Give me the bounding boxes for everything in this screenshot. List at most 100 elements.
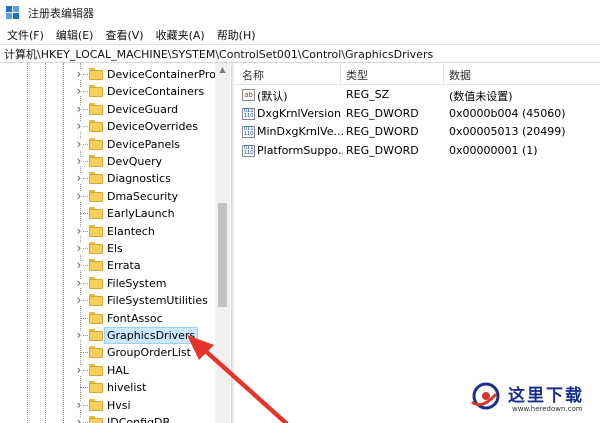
folder-icon — [89, 363, 103, 376]
expand-chevron-icon[interactable]: › — [75, 103, 83, 115]
column-separator[interactable] — [443, 63, 444, 85]
expand-chevron-icon[interactable]: › — [75, 294, 83, 306]
folder-icon — [89, 102, 103, 115]
expand-chevron-icon[interactable]: › — [75, 277, 83, 289]
list-item[interactable]: ab (默认) REG_SZ (数值未设置) — [234, 86, 600, 105]
folder-icon — [89, 155, 103, 167]
tree-item[interactable]: › DeviceGuard — [0, 101, 215, 118]
tree-item[interactable]: › Hvsi — [0, 397, 215, 414]
value-data: 0x00000001 (1) — [449, 143, 538, 157]
expand-chevron-icon[interactable]: › — [75, 364, 83, 376]
list-item[interactable]: 011 110 DxgKrnlVersion REG_DWORD 0x0000b004… — [234, 105, 600, 124]
expand-chevron-icon[interactable]: › — [75, 190, 83, 202]
title-bar: 注册表编辑器 — [0, 0, 600, 25]
tree-item-label: FileSystemUtilities — [107, 294, 208, 308]
tree-item[interactable]: › Errata — [0, 257, 215, 274]
value-name: MinDxgKrnlVe... — [257, 125, 343, 138]
expand-chevron-icon[interactable]: › — [75, 172, 83, 184]
watermark-url: www.heredown.com — [512, 405, 583, 413]
tree-item-label: Elantech — [107, 224, 155, 238]
folder-icon — [89, 381, 103, 394]
tree-scrollbar[interactable]: ▲ — [215, 63, 230, 423]
tree-item-label: Els — [107, 242, 123, 255]
tree-item-label: DevQuery — [107, 155, 163, 168]
value-name: PlatformSuppo... — [257, 143, 343, 157]
tree-item[interactable]: › DeviceContainerPrope — [0, 66, 230, 83]
binary-value-icon: 011 110 — [242, 126, 255, 138]
tree-connector — [80, 317, 88, 319]
tree-item[interactable]: FontAssoc — [0, 310, 215, 327]
expand-chevron-icon[interactable]: › — [75, 155, 83, 167]
address-bar[interactable]: 计算机\HKEY_LOCAL_MACHINE\SYSTEM\ControlSet… — [0, 44, 600, 63]
folder-icon — [89, 346, 103, 359]
tree-connector — [80, 387, 88, 389]
tree-connector — [80, 213, 88, 215]
folder-icon — [89, 311, 103, 324]
tree-item-label: Hvsi — [107, 398, 131, 412]
expand-chevron-icon[interactable]: › — [75, 138, 83, 150]
tree-item-label: FileSystem — [107, 276, 167, 290]
folder-icon — [89, 224, 103, 237]
tree-item[interactable]: › DevicePanels — [0, 136, 215, 153]
value-name: (默认) — [257, 90, 288, 103]
menu-file[interactable]: 文件(F) — [2, 27, 49, 43]
column-header-name[interactable]: 名称 — [242, 67, 264, 83]
folder-icon — [89, 68, 103, 80]
tree-item[interactable]: › DeviceOverrides — [0, 118, 215, 135]
tree-item[interactable]: › FileSystemUtilities — [0, 292, 215, 309]
tree-item-label: Diagnostics — [107, 172, 171, 186]
expand-chevron-icon[interactable]: › — [75, 259, 83, 271]
tree-item-label: DeviceGuard — [107, 102, 179, 116]
scroll-thumb[interactable] — [218, 203, 227, 307]
folder-icon — [89, 207, 103, 220]
tree-connector — [80, 352, 88, 354]
expand-chevron-icon[interactable]: › — [75, 85, 83, 97]
tree-item[interactable]: › Elantech — [0, 223, 215, 240]
menu-view[interactable]: 查看(V) — [100, 27, 148, 43]
tree-item[interactable]: › DmaSecurity — [0, 188, 215, 205]
scroll-up-arrow-icon[interactable]: ▲ — [215, 63, 230, 77]
value-type: REG_SZ — [346, 88, 390, 101]
column-header-data[interactable]: 数据 — [449, 67, 471, 83]
menu-favorites[interactable]: 收藏夹(A) — [151, 27, 210, 43]
menu-help[interactable]: 帮助(H) — [212, 27, 261, 43]
menu-edit[interactable]: 编辑(E) — [51, 27, 99, 43]
tree-item[interactable]: hivelist — [0, 379, 215, 396]
tree-item[interactable]: › IDConfigDB — [0, 414, 215, 423]
tree-item-label: IDConfigDB — [107, 416, 171, 423]
tree-item-label: HAL — [107, 363, 129, 377]
tree-item[interactable]: › Els — [0, 240, 215, 257]
expand-chevron-icon[interactable]: › — [75, 120, 83, 132]
column-header-type[interactable]: 类型 — [346, 67, 368, 83]
tree-item-label: FontAssoc — [107, 311, 163, 325]
expand-chevron-icon[interactable]: › — [75, 225, 83, 237]
column-separator[interactable] — [340, 63, 341, 85]
list-item[interactable]: 011 110 PlatformSuppo... REG_DWORD 0x000000… — [234, 142, 600, 161]
tree-item[interactable]: › GraphicsDrivers — [0, 327, 215, 344]
folder-icon — [89, 398, 103, 411]
tree-item[interactable]: EarlyLaunch — [0, 205, 215, 222]
list-item[interactable]: 011 110 MinDxgKrnlVe... REG_DWORD 0x0000501… — [234, 123, 600, 142]
tree-item[interactable]: › DeviceContainers — [0, 83, 215, 100]
expand-chevron-icon[interactable]: › — [75, 399, 83, 411]
tree-item[interactable]: GroupOrderList — [0, 344, 215, 361]
expand-chevron-icon[interactable]: › — [75, 68, 83, 80]
expand-chevron-icon[interactable]: › — [75, 329, 83, 341]
folder-icon — [89, 137, 103, 150]
menu-bar: 文件(F) 编辑(E) 查看(V) 收藏夹(A) 帮助(H) — [0, 25, 600, 44]
registry-values-list: 名称 类型 数据 ab (默认) REG_SZ (数值未设置) 011 110 DxgKr… — [234, 63, 600, 423]
folder-icon — [89, 172, 103, 185]
tree-item-label: DeviceContainerPrope — [107, 68, 230, 81]
watermark-title: 这里下载 — [508, 386, 584, 406]
tree-item[interactable]: › Diagnostics — [0, 170, 215, 187]
tree-item[interactable]: › FileSystem — [0, 275, 215, 292]
registry-key-tree: › DeviceContainerPrope › DeviceContainers › D… — [0, 63, 230, 423]
tree-item[interactable]: › HAL — [0, 362, 215, 379]
watermark-logo-icon — [471, 382, 500, 410]
tree-item-label: hivelist — [107, 381, 147, 395]
tree-item[interactable]: › DevQuery — [0, 153, 215, 170]
expand-chevron-icon[interactable]: › — [75, 242, 83, 254]
tree-item-label: Errata — [107, 259, 141, 273]
expand-chevron-icon[interactable]: › — [75, 416, 83, 423]
value-data: (数值未设置) — [449, 90, 513, 103]
